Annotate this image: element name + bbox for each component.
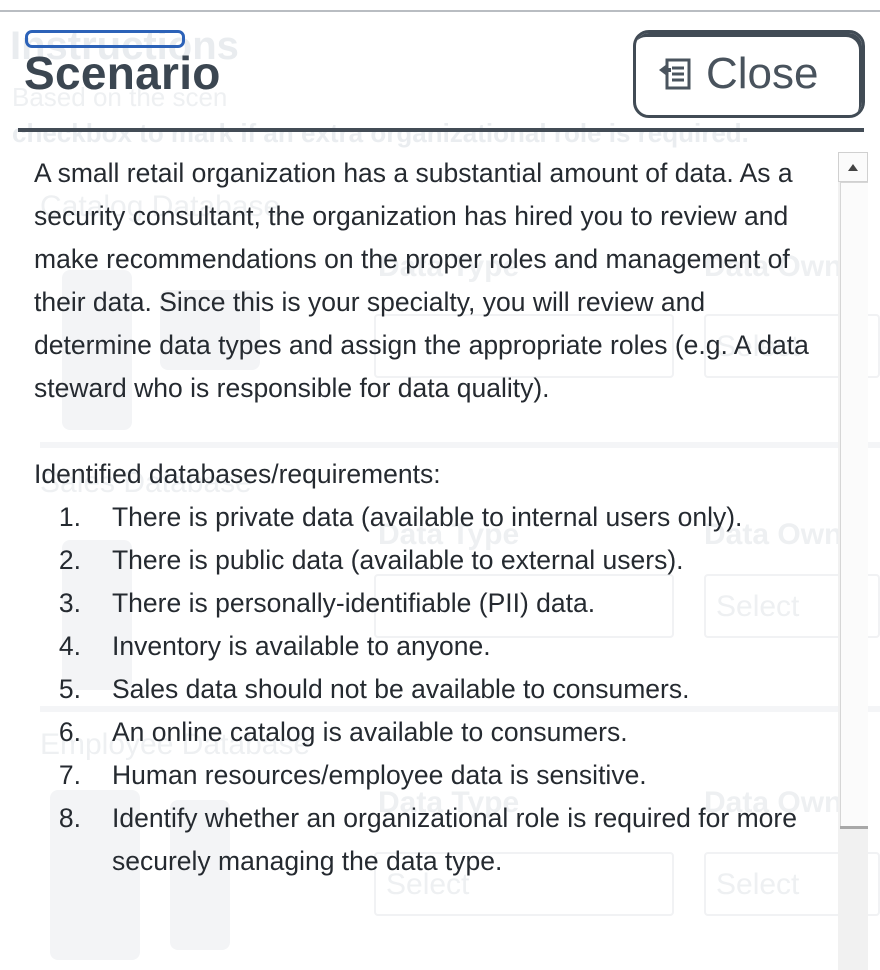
list-item-text: Inventory is available to anyone.: [112, 631, 491, 661]
list-item: 5. Sales data should not be available to …: [34, 668, 824, 711]
list-item: 6. An online catalog is available to cons…: [34, 711, 824, 754]
title-divider: [18, 128, 864, 132]
list-item: 4. Inventory is available to anyone.: [34, 625, 824, 668]
scrollbar-thumb[interactable]: [840, 182, 868, 828]
scrollbar-thumb-edge: [840, 826, 868, 829]
close-button-label: Close: [706, 49, 819, 98]
scenario-paragraph: A small retail organization has a substa…: [34, 158, 809, 403]
list-item-text: Human resources/employee data is sensiti…: [112, 760, 647, 790]
list-heading: Identified databases/requirements:: [34, 459, 441, 489]
list-item-number: 1.: [58, 502, 81, 532]
scroll-up-button[interactable]: [838, 152, 868, 182]
list-item-number: 2.: [58, 545, 81, 575]
bg-instructions-checkbox-text: checkbox to mark if an extra organizatio…: [12, 118, 749, 148]
list-item-number: 4.: [58, 631, 81, 661]
list-item-text: There is public data (available to exter…: [112, 545, 684, 575]
scroll-up-arrow-icon: [848, 163, 858, 171]
list-item-number: 6.: [58, 717, 81, 747]
exit-arrow-icon: [659, 58, 691, 90]
list-item: 3. There is personally-identifiable (PII)…: [34, 582, 824, 625]
top-border: [0, 10, 880, 12]
list-item-text: Identify whether an organizational role …: [112, 803, 797, 876]
list-item: 1. There is private data (available to in…: [34, 496, 824, 539]
list-item: 7. Human resources/employee data is sensi…: [34, 754, 824, 797]
list-item: 2. There is public data (available to ext…: [34, 539, 824, 582]
requirements-list: 1. There is private data (available to in…: [34, 496, 824, 883]
list-item-text: An online catalog is available to consum…: [112, 717, 628, 747]
close-button[interactable]: Close: [633, 30, 865, 118]
list-item-number: 5.: [58, 674, 81, 704]
scenario-content: A small retail organization has a substa…: [34, 152, 824, 883]
list-item-text: Sales data should not be available to co…: [112, 674, 690, 704]
list-item-number: 8.: [58, 803, 81, 833]
list-item: 8. Identify whether an organizational rol…: [34, 797, 824, 883]
list-item-number: 7.: [58, 760, 81, 790]
list-item-text: There is private data (available to inte…: [112, 502, 743, 532]
list-item-number: 3.: [58, 588, 81, 618]
dialog-title: Scenario: [24, 47, 221, 99]
list-item-text: There is personally-identifiable (PII) d…: [112, 588, 596, 618]
